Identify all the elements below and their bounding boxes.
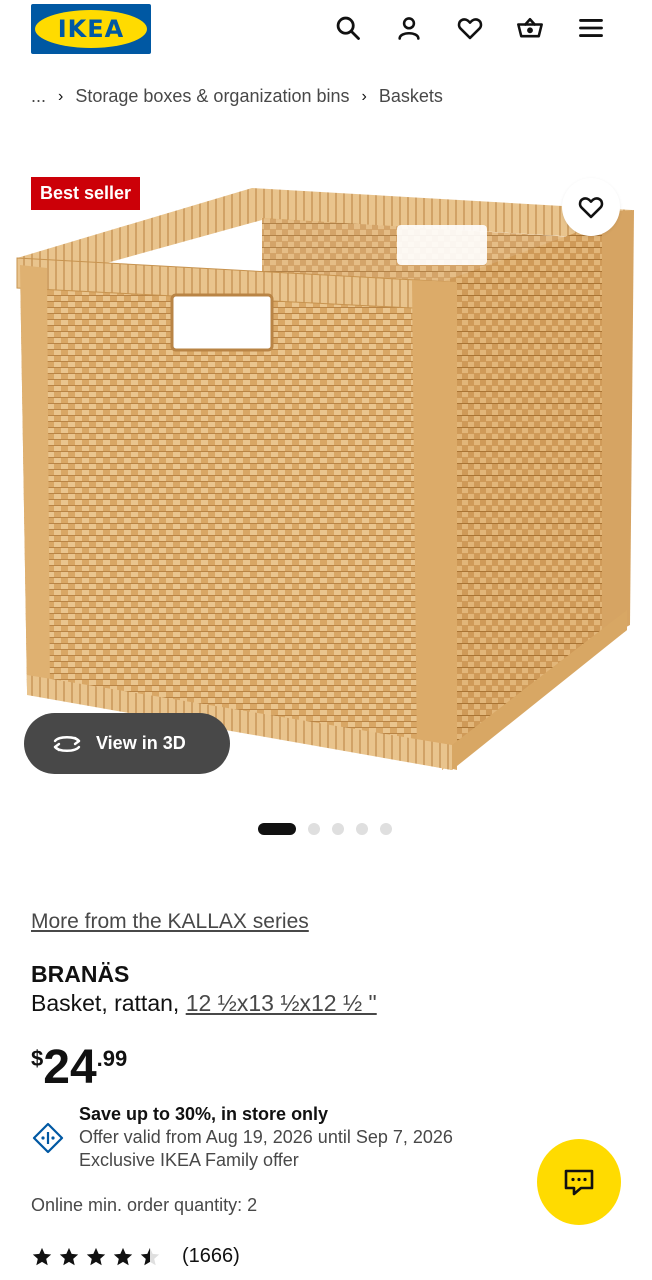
product-description: Basket, rattan, 12 ½x13 ½x12 ½ " bbox=[31, 990, 377, 1017]
product-gallery[interactable]: Best seller View in 3D bbox=[0, 160, 652, 810]
star-icon bbox=[86, 1247, 106, 1265]
user-icon[interactable] bbox=[391, 10, 427, 46]
star-icon bbox=[59, 1247, 79, 1265]
breadcrumb-ellipsis[interactable]: ... bbox=[31, 86, 46, 107]
carousel-dots bbox=[258, 823, 392, 835]
product-type: Basket, rattan, bbox=[31, 990, 180, 1016]
chevron-right-icon: › bbox=[361, 87, 367, 105]
view-in-3d-button[interactable]: View in 3D bbox=[24, 713, 230, 774]
search-icon[interactable] bbox=[330, 10, 366, 46]
carousel-dot-active[interactable] bbox=[258, 823, 296, 835]
carousel-dot[interactable] bbox=[380, 823, 392, 835]
price-integer: 24 bbox=[43, 1041, 97, 1094]
carousel-dot[interactable] bbox=[308, 823, 320, 835]
product-name: BRANÄS bbox=[31, 961, 130, 987]
rating-stars[interactable]: (1666) bbox=[31, 1245, 240, 1268]
menu-icon[interactable] bbox=[573, 10, 609, 46]
breadcrumb-baskets[interactable]: Baskets bbox=[379, 86, 443, 107]
price-decimal: .99 bbox=[96, 1046, 128, 1071]
cart-icon[interactable] bbox=[512, 10, 548, 46]
series-link[interactable]: More from the KALLAX series bbox=[31, 910, 309, 934]
min-order-quantity: Online min. order quantity: 2 bbox=[31, 1195, 258, 1215]
rotate-3d-icon bbox=[53, 735, 81, 752]
star-icon bbox=[32, 1247, 52, 1265]
star-half-icon bbox=[140, 1247, 160, 1265]
chevron-right-icon: › bbox=[58, 87, 64, 105]
product-image bbox=[16, 188, 634, 770]
best-seller-badge: Best seller bbox=[31, 177, 141, 210]
logo-oval: IKEA bbox=[35, 10, 147, 48]
breadcrumb-storage-boxes[interactable]: Storage boxes & organization bins bbox=[75, 86, 349, 107]
chat-button[interactable] bbox=[537, 1139, 621, 1225]
ikea-logo[interactable]: IKEA bbox=[31, 4, 151, 54]
offer-validity: Offer valid from Aug 19, 2026 until Sep … bbox=[79, 1127, 453, 1147]
heart-icon bbox=[578, 197, 604, 219]
family-offer-icon bbox=[32, 1122, 64, 1154]
carousel-dot[interactable] bbox=[332, 823, 344, 835]
view-in-3d-label: View in 3D bbox=[96, 733, 186, 753]
offer-title: Save up to 30%, in store only bbox=[79, 1104, 329, 1124]
offer-note: Exclusive IKEA Family offer bbox=[79, 1150, 299, 1170]
star-icon bbox=[113, 1247, 133, 1265]
price-currency: $ bbox=[31, 1046, 44, 1071]
product-size-link[interactable]: 12 ½x13 ½x12 ½ " bbox=[186, 990, 377, 1016]
top-header: IKEA bbox=[0, 0, 652, 62]
heart-icon[interactable] bbox=[452, 10, 488, 46]
offer-text: Save up to 30%, in store only Offer vali… bbox=[79, 1103, 453, 1172]
carousel-dot[interactable] bbox=[356, 823, 368, 835]
review-count[interactable]: (1666) bbox=[182, 1245, 240, 1268]
logo-text: IKEA bbox=[57, 15, 125, 43]
breadcrumb: ... › Storage boxes & organization bins … bbox=[31, 86, 443, 107]
product-price: $24.99 bbox=[31, 1040, 127, 1096]
add-to-favorites-button[interactable] bbox=[562, 178, 620, 236]
chat-icon bbox=[564, 1169, 594, 1196]
